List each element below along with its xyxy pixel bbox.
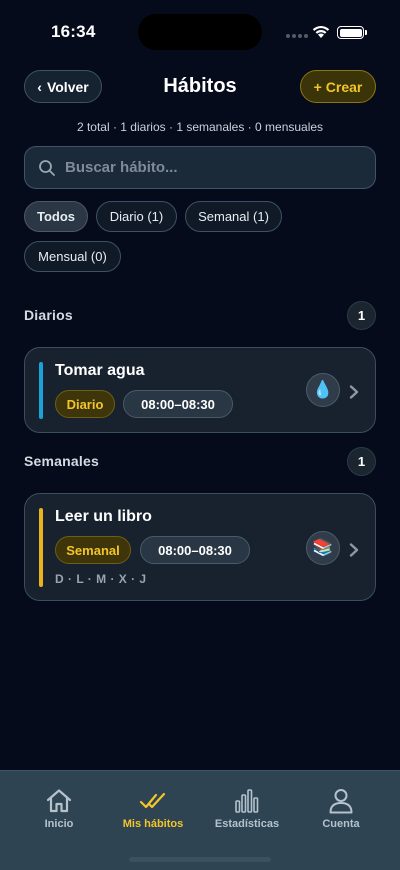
status-time: 16:34	[51, 22, 96, 41]
dynamic-island	[138, 14, 262, 50]
books-icon: 📚	[306, 531, 340, 565]
search-box[interactable]	[24, 146, 376, 189]
user-icon	[329, 789, 353, 814]
chevron-right-icon	[349, 385, 359, 399]
home-indicator	[129, 857, 271, 862]
tab-cuenta[interactable]: Cuenta	[291, 787, 391, 830]
tab-label: Cuenta	[322, 818, 360, 830]
frequency-tag: Diario	[55, 390, 115, 418]
time-range-tag: 08:00–08:30	[123, 390, 233, 418]
tab-estadisticas[interactable]: Estadísticas	[197, 787, 297, 830]
section-count-badge: 1	[347, 301, 376, 330]
section-count-badge: 1	[347, 447, 376, 476]
tab-mis-habitos[interactable]: Mis hábitos	[103, 787, 203, 830]
filter-chip-mensual[interactable]: Mensual (0)	[24, 241, 121, 272]
frequency-tag: Semanal	[55, 536, 131, 564]
cellular-signal-icon	[286, 34, 308, 38]
water-drop-icon: 💧	[306, 373, 340, 407]
bar-chart-icon	[235, 789, 259, 813]
habit-accent-bar	[39, 362, 43, 419]
tab-inicio[interactable]: Inicio	[9, 787, 109, 830]
habit-card-leer-un-libro[interactable]: Leer un libro Semanal 08:00–08:30 D · L …	[24, 493, 376, 601]
habit-summary: 2 total · 1 diarios · 1 semanales · 0 me…	[76, 120, 324, 134]
search-input[interactable]	[65, 159, 355, 176]
time-range-tag: 08:00–08:30	[140, 536, 250, 564]
section-title-semanales: Semanales	[24, 453, 99, 469]
bottom-tab-bar: Inicio Mis hábitos Estadísticas Cuenta	[0, 770, 400, 870]
tab-label: Estadísticas	[214, 818, 280, 830]
habit-accent-bar	[39, 508, 43, 587]
plus-icon: +	[313, 78, 322, 95]
section-title-diarios: Diarios	[24, 307, 73, 323]
chevron-right-icon	[349, 543, 359, 557]
habit-card-tomar-agua[interactable]: Tomar agua Diario 08:00–08:30 💧	[24, 347, 376, 433]
habit-title: Leer un libro	[55, 508, 152, 525]
weekdays-label: D · L · M · X · J	[55, 572, 147, 586]
filter-chip-diario[interactable]: Diario (1)	[96, 201, 177, 232]
filter-chip-todos[interactable]: Todos	[24, 201, 88, 232]
create-button-label: Crear	[325, 78, 363, 95]
tab-label: Mis hábitos	[122, 818, 184, 830]
double-check-icon	[139, 792, 166, 809]
status-bar: 16:34	[0, 0, 400, 60]
tab-label: Inicio	[44, 818, 74, 830]
create-button[interactable]: + Crear	[300, 70, 376, 103]
wifi-icon	[312, 25, 330, 38]
battery-icon	[337, 26, 367, 39]
search-icon	[39, 159, 55, 176]
habit-title: Tomar agua	[55, 362, 145, 379]
filter-chip-semanal[interactable]: Semanal (1)	[185, 201, 282, 232]
home-icon	[46, 789, 72, 813]
